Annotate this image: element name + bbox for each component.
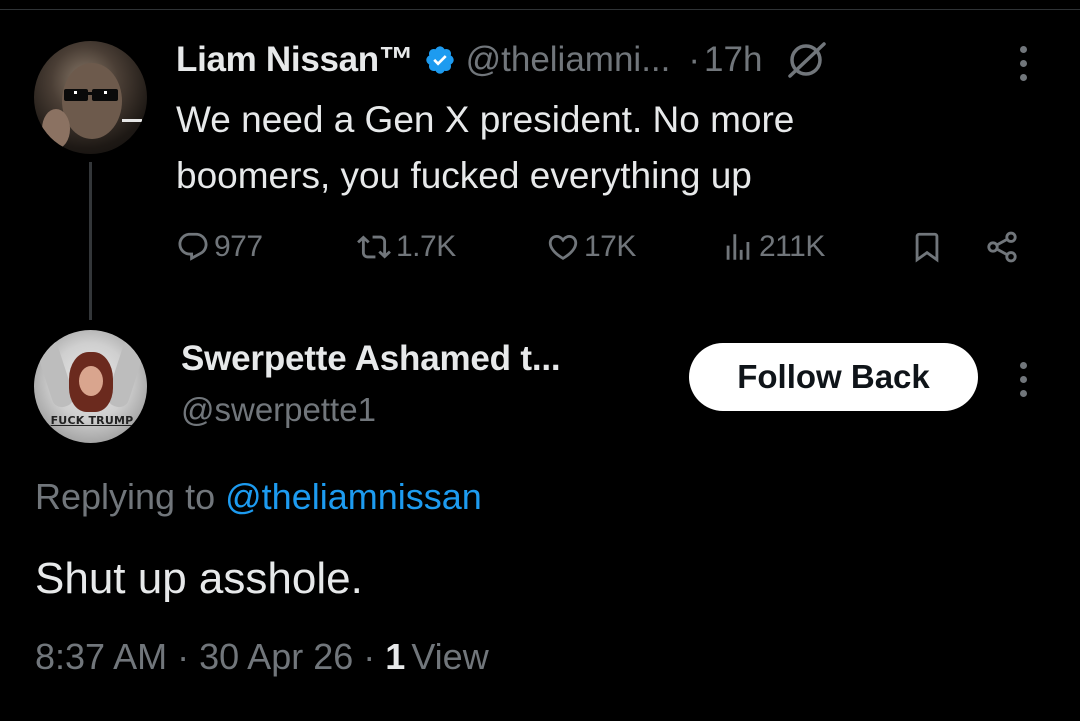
replying-to-label: Replying to: [35, 476, 216, 517]
heart-icon: [548, 234, 578, 260]
meta-separator: ·: [363, 636, 376, 677]
avatar-figure-face: [79, 366, 103, 396]
share-button[interactable]: [984, 222, 1020, 272]
replying-to-line: Replying to @theliamnissan: [35, 476, 482, 518]
reply-count: 977: [214, 230, 263, 263]
reply-date[interactable]: 30 Apr 26: [199, 636, 353, 677]
like-button[interactable]: 17K: [546, 222, 636, 272]
parent-header: Liam Nissan™ @theliamni... · 17h: [176, 38, 830, 82]
reply-handle[interactable]: @swerpette1: [181, 391, 376, 429]
repost-button[interactable]: 1.7K: [356, 222, 456, 272]
reply-avatar[interactable]: FUCK TRUMP: [34, 330, 147, 443]
reply-views-label: View: [411, 636, 489, 677]
share-icon: [987, 231, 1017, 263]
views-button[interactable]: 211K: [721, 222, 825, 272]
views-chart-icon: [726, 234, 750, 260]
repost-icon: [357, 235, 391, 259]
like-count: 17K: [584, 230, 636, 263]
parent-action-bar: 977 1.7K 17K 211K: [176, 222, 1036, 272]
parent-display-name[interactable]: Liam Nissan™: [176, 40, 414, 80]
reply-icon: [178, 232, 208, 261]
reply-more-options-icon[interactable]: [1017, 362, 1029, 397]
bookmark-icon: [915, 232, 939, 263]
top-divider: [0, 9, 1080, 10]
thread-line: [89, 162, 92, 320]
avatar-image-icon: [42, 63, 142, 149]
parent-more-options-icon[interactable]: [1017, 46, 1029, 81]
reply-button[interactable]: 977: [176, 222, 263, 272]
reply-meta: 8:37 AM · 30 Apr 26 · 1 View: [35, 636, 489, 678]
replying-to-mention-link[interactable]: @theliamnissan: [225, 476, 482, 517]
separator-dot: ·: [688, 40, 701, 79]
follow-back-button[interactable]: Follow Back: [689, 343, 978, 411]
reply-time[interactable]: 8:37 AM: [35, 636, 167, 677]
grok-icon[interactable]: [784, 40, 830, 80]
reply-views-count: 1: [385, 636, 406, 677]
avatar-sign-text: FUCK TRUMP: [50, 414, 134, 427]
reply-display-name[interactable]: Swerpette Ashamed t...: [181, 339, 561, 379]
views-count: 211K: [759, 230, 825, 263]
parent-avatar[interactable]: [34, 41, 147, 154]
verified-badge-icon[interactable]: [424, 44, 456, 76]
parent-tweet-text: We need a Gen X president. No more boome…: [176, 99, 795, 196]
bookmark-button[interactable]: [910, 222, 944, 272]
parent-time[interactable]: 17h: [704, 40, 762, 80]
meta-separator: ·: [177, 636, 190, 677]
reply-tweet-text: Shut up asshole.: [35, 554, 363, 603]
repost-count: 1.7K: [396, 230, 456, 263]
parent-handle[interactable]: @theliamni...: [466, 40, 671, 80]
